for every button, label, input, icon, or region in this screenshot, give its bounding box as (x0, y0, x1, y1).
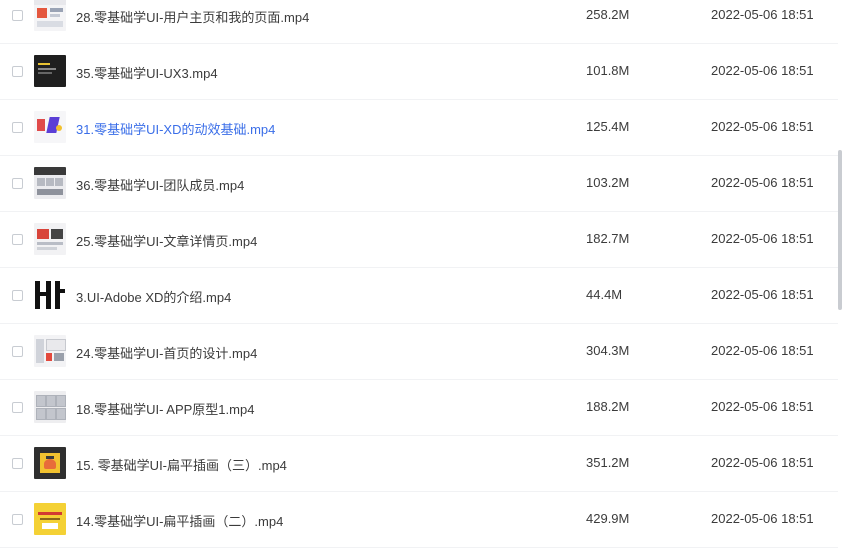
file-size: 125.4M (586, 119, 630, 134)
file-row[interactable]: 15. 零基础学UI-扁平插画（三）.mp4 351.2M 2022-05-06… (0, 436, 838, 492)
select-checkbox[interactable] (12, 122, 23, 133)
file-row[interactable]: 18.零基础学UI- APP原型1.mp4 188.2M 2022-05-06 … (0, 380, 838, 436)
video-thumbnail-icon[interactable] (34, 447, 66, 479)
file-date: 2022-05-06 18:51 (711, 175, 814, 190)
file-date: 2022-05-06 18:51 (711, 287, 814, 302)
file-row[interactable]: 25.零基础学UI-文章详情页.mp4 182.7M 2022-05-06 18… (0, 212, 838, 268)
select-checkbox[interactable] (12, 10, 23, 21)
video-thumbnail-icon[interactable] (34, 335, 66, 367)
file-name[interactable]: 35.零基础学UI-UX3.mp4 (76, 63, 218, 82)
file-row[interactable]: 36.零基础学UI-团队成员.mp4 103.2M 2022-05-06 18:… (0, 156, 838, 212)
select-checkbox[interactable] (12, 514, 23, 525)
select-checkbox[interactable] (12, 458, 23, 469)
file-row[interactable]: 24.零基础学UI-首页的设计.mp4 304.3M 2022-05-06 18… (0, 324, 838, 380)
file-date: 2022-05-06 18:51 (711, 455, 814, 470)
file-size: 351.2M (586, 455, 630, 470)
video-thumbnail-icon[interactable] (34, 503, 66, 535)
file-date: 2022-05-06 18:51 (711, 343, 814, 358)
video-thumbnail-icon[interactable] (34, 279, 66, 311)
file-row[interactable]: 35.零基础学UI-UX3.mp4 101.8M 2022-05-06 18:5… (0, 44, 838, 100)
file-size: 44.4M (586, 287, 623, 302)
file-size: 258.2M (586, 7, 630, 22)
file-name[interactable]: 14.零基础学UI-扁平插画（二）.mp4 (76, 511, 283, 530)
file-date: 2022-05-06 18:51 (711, 511, 814, 526)
select-checkbox[interactable] (12, 402, 23, 413)
video-thumbnail-icon[interactable] (34, 0, 66, 31)
file-name[interactable]: 24.零基础学UI-首页的设计.mp4 (76, 343, 257, 362)
video-thumbnail-icon[interactable] (34, 223, 66, 255)
vertical-scrollbar[interactable] (838, 150, 842, 310)
select-checkbox[interactable] (12, 290, 23, 301)
file-name[interactable]: 3.UI-Adobe XD的介绍.mp4 (76, 287, 231, 306)
file-name[interactable]: 18.零基础学UI- APP原型1.mp4 (76, 399, 254, 418)
select-checkbox[interactable] (12, 178, 23, 189)
video-thumbnail-icon[interactable] (34, 111, 66, 143)
select-checkbox[interactable] (12, 66, 23, 77)
file-size: 182.7M (586, 231, 630, 246)
file-row[interactable]: 3.UI-Adobe XD的介绍.mp4 44.4M 2022-05-06 18… (0, 268, 838, 324)
file-list: 28.零基础学UI-用户主页和我的页面.mp4 258.2M 2022-05-0… (0, 0, 838, 548)
select-checkbox[interactable] (12, 346, 23, 357)
video-thumbnail-icon[interactable] (34, 167, 66, 199)
file-row[interactable]: 14.零基础学UI-扁平插画（二）.mp4 429.9M 2022-05-06 … (0, 492, 838, 548)
video-thumbnail-icon[interactable] (34, 391, 66, 423)
select-checkbox[interactable] (12, 234, 23, 245)
file-row[interactable]: 28.零基础学UI-用户主页和我的页面.mp4 258.2M 2022-05-0… (0, 0, 838, 44)
file-size: 103.2M (586, 175, 630, 190)
file-date: 2022-05-06 18:51 (711, 119, 814, 134)
file-name[interactable]: 31.零基础学UI-XD的动效基础.mp4 (76, 119, 275, 138)
file-size: 429.9M (586, 511, 630, 526)
file-name[interactable]: 28.零基础学UI-用户主页和我的页面.mp4 (76, 7, 309, 26)
file-size: 188.2M (586, 399, 630, 414)
file-name[interactable]: 36.零基础学UI-团队成员.mp4 (76, 175, 244, 194)
file-date: 2022-05-06 18:51 (711, 231, 814, 246)
video-thumbnail-icon[interactable] (34, 55, 66, 87)
file-name[interactable]: 15. 零基础学UI-扁平插画（三）.mp4 (76, 455, 287, 474)
file-row[interactable]: 31.零基础学UI-XD的动效基础.mp4 125.4M 2022-05-06 … (0, 100, 838, 156)
file-date: 2022-05-06 18:51 (711, 63, 814, 78)
file-size: 304.3M (586, 343, 630, 358)
file-name[interactable]: 25.零基础学UI-文章详情页.mp4 (76, 231, 257, 250)
file-date: 2022-05-06 18:51 (711, 399, 814, 414)
file-size: 101.8M (586, 63, 630, 78)
file-date: 2022-05-06 18:51 (711, 7, 814, 22)
